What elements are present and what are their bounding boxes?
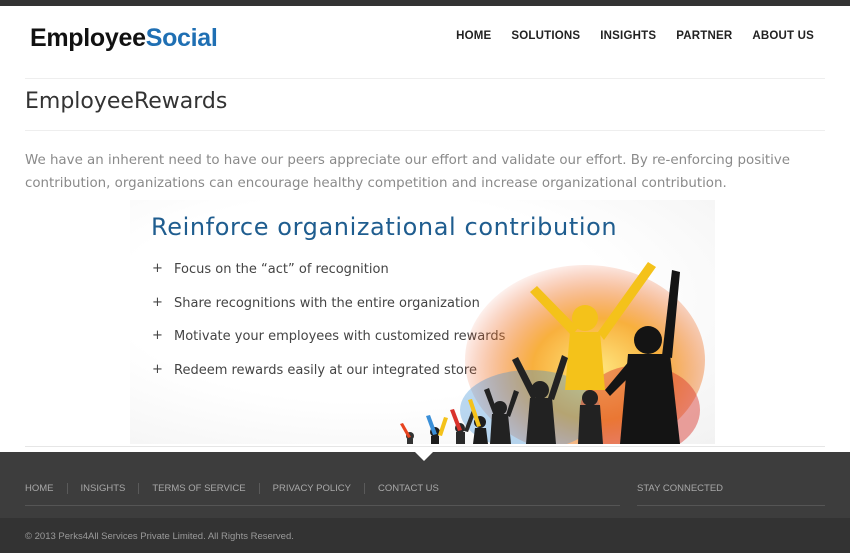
site-logo[interactable]: EmployeeSocial [30,24,218,53]
footer-links-divider [25,505,620,506]
intro-paragraph: We have an inherent need to have our pee… [25,149,805,195]
nav-about-us[interactable]: ABOUT US [752,30,814,42]
nav-solutions[interactable]: SOLUTIONS [511,30,580,42]
cheering-crowd-illustration [400,262,705,444]
banner-heading: Reinforce organizational contribution [151,213,618,241]
rewards-banner-image: Reinforce organizational contribution + F… [130,200,715,444]
stay-connected-heading: STAY CONNECTED [637,483,724,494]
plus-icon: + [152,294,163,310]
intro-line-1: We have an inherent need to have our pee… [25,153,791,168]
footer-link-home[interactable]: HOME [25,483,67,494]
page-title: EmployeeRewards [25,89,228,114]
footer-link-terms-of-service[interactable]: TERMS OF SERVICE [138,483,258,494]
logo-text-employee: Employee [30,24,146,52]
stay-connected-divider [637,505,825,506]
banner-bullet-text: Focus on the “act” of recognition [174,262,389,277]
header-divider [25,78,825,79]
footer-notch-arrow [415,452,433,461]
nav-insights[interactable]: INSIGHTS [600,30,656,42]
site-header: EmployeeSocial HOME SOLUTIONS INSIGHTS P… [0,6,850,78]
nav-home[interactable]: HOME [456,30,491,42]
plus-icon: + [152,261,163,276]
logo-text-social: Social [145,24,218,52]
footer-link-contact-us[interactable]: CONTACT US [363,483,452,494]
plus-icon: + [152,361,163,377]
title-divider [25,130,825,131]
content-bottom-divider [25,446,825,447]
main-nav: HOME SOLUTIONS INSIGHTS PARTNER ABOUT US [456,30,814,42]
footer-links: HOME INSIGHTS TERMS OF SERVICE PRIVACY P… [25,483,452,494]
copyright-text: © 2013 Perks4All Services Private Limite… [25,531,294,542]
nav-partner[interactable]: PARTNER [676,30,732,42]
footer-link-privacy-policy[interactable]: PRIVACY POLICY [258,483,364,494]
intro-line-2: contribution, organizations can encourag… [25,176,727,191]
plus-icon: + [152,328,163,343]
footer-link-insights[interactable]: INSIGHTS [66,483,139,494]
